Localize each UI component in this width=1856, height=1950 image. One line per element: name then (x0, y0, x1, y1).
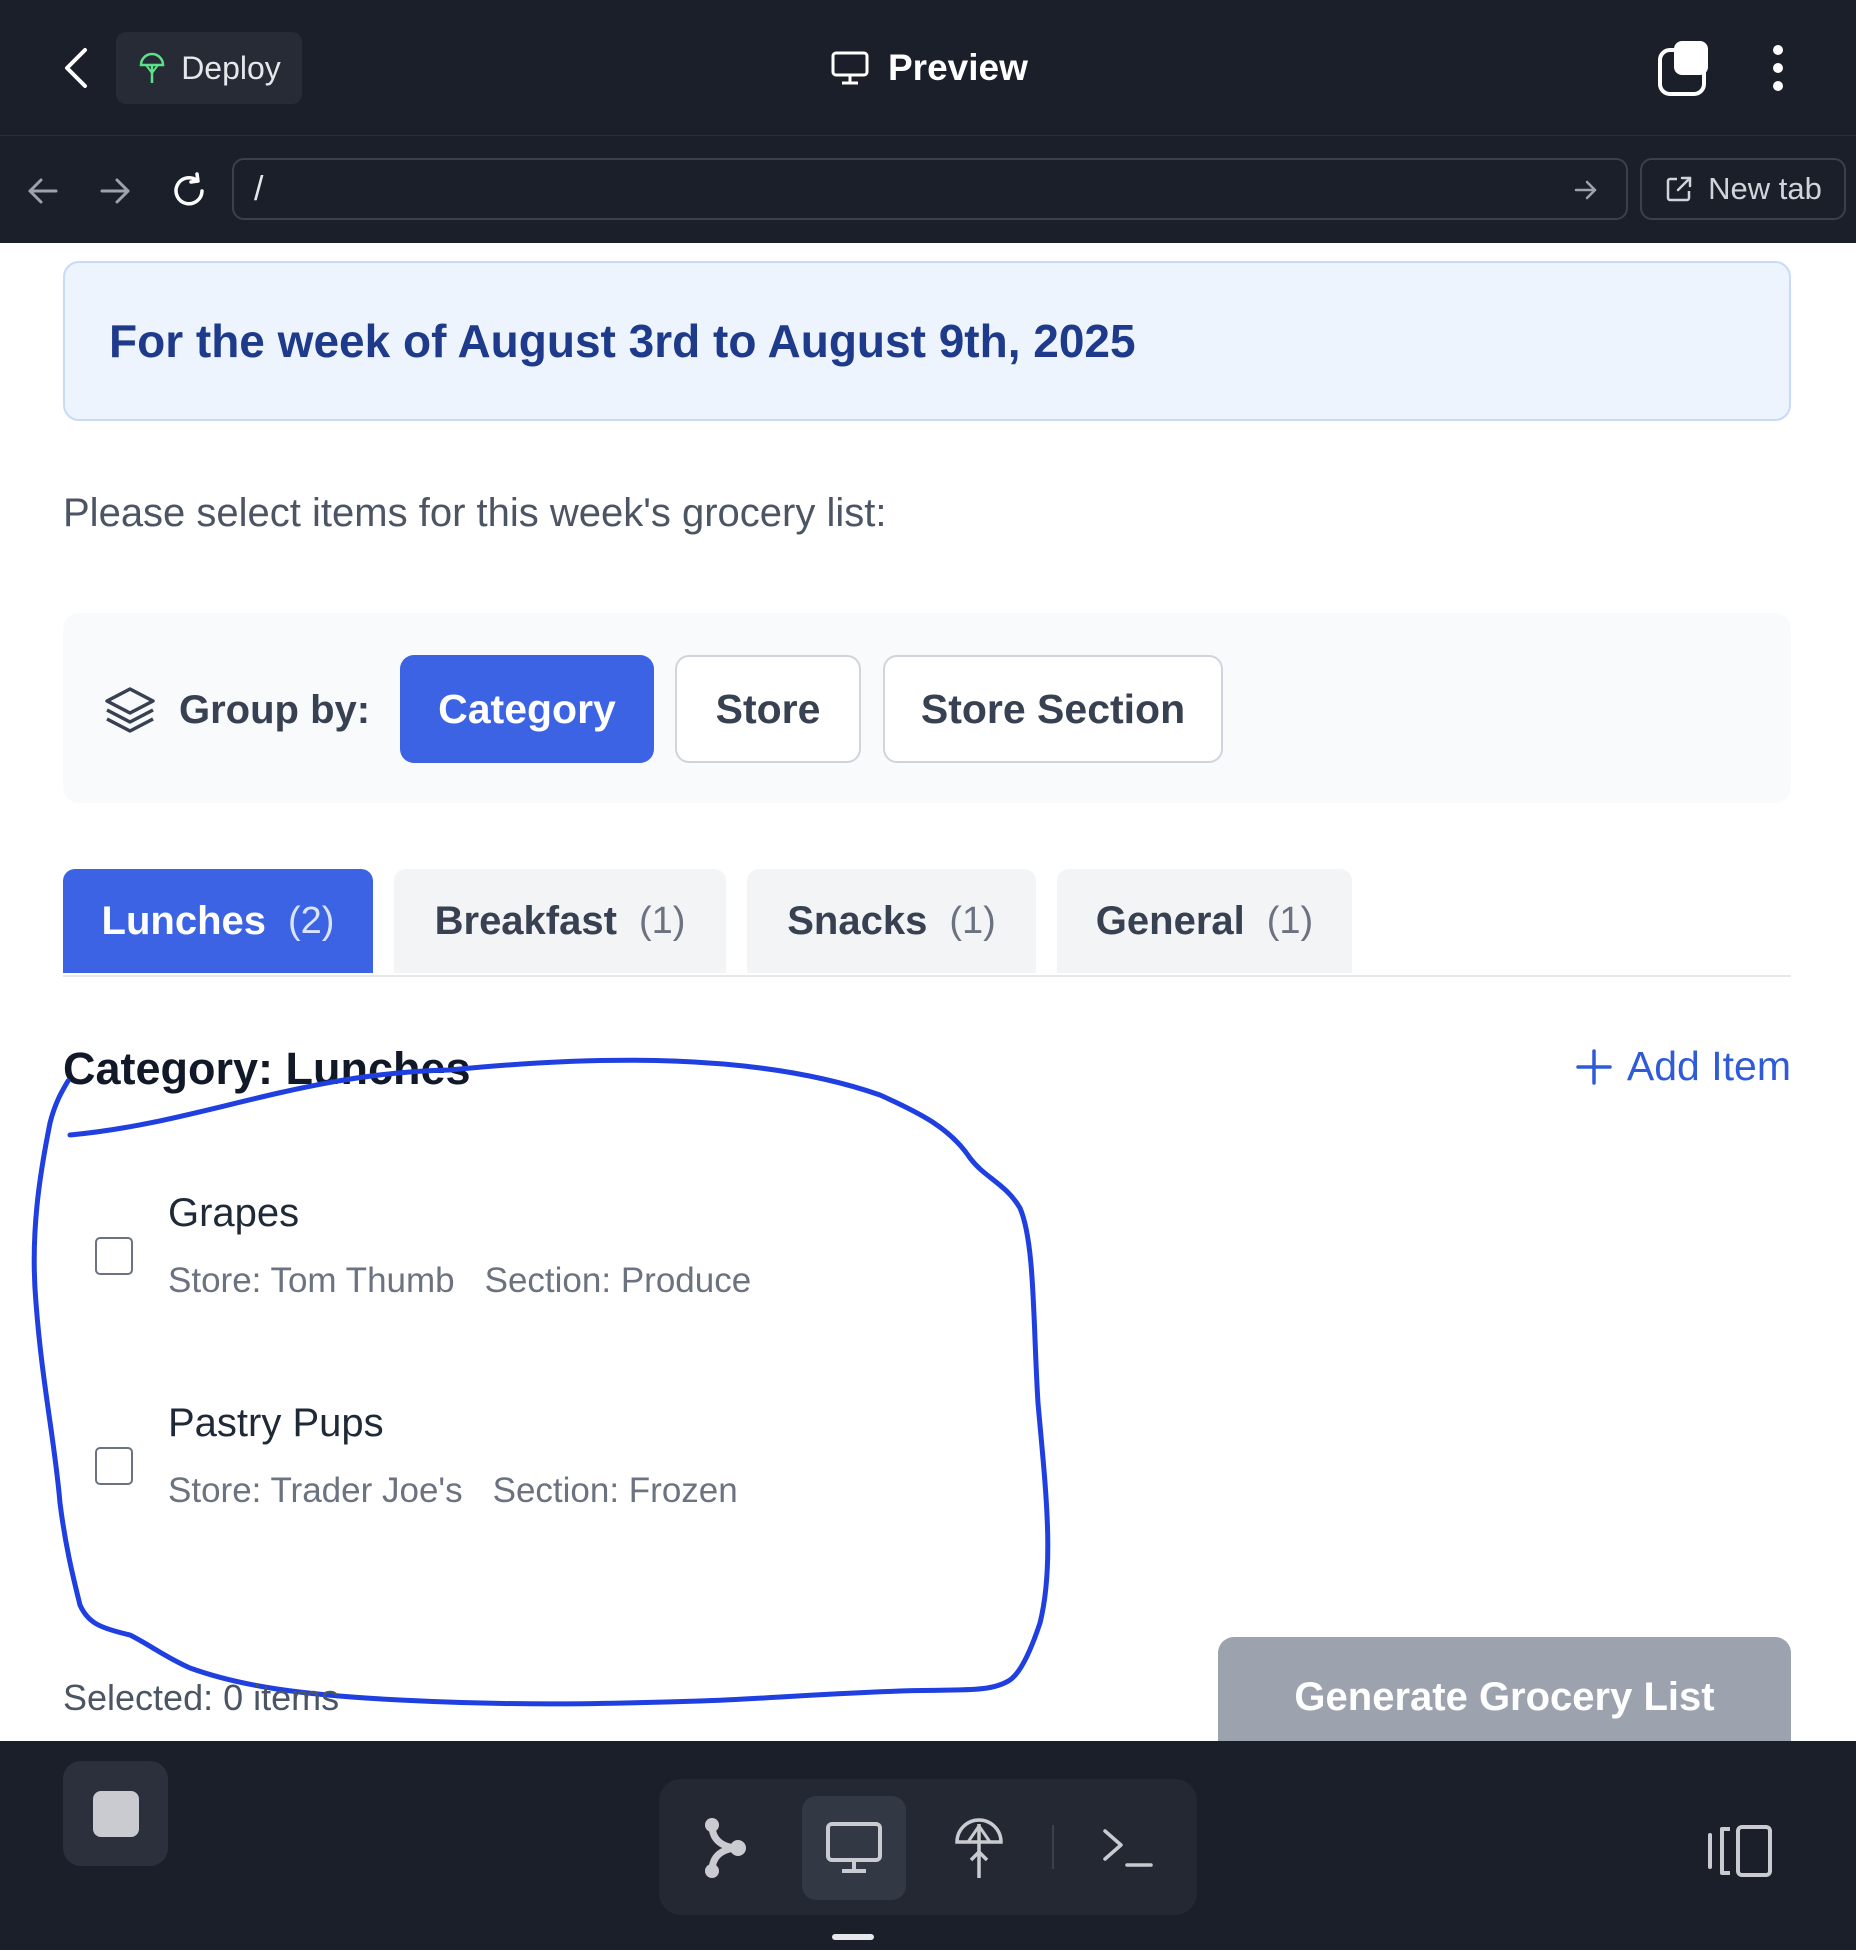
group-by-panel: Group by: Category Store Store Section (63, 613, 1791, 803)
list-item: Pastry Pups Store: Trader Joe's Section: … (63, 1401, 1063, 1541)
tab-label: General (1095, 898, 1245, 943)
item-checkbox[interactable] (95, 1237, 133, 1275)
generate-label: Generate Grocery List (1294, 1675, 1715, 1719)
preview-title: Preview (830, 40, 1028, 96)
group-by-category-label: Category (438, 685, 616, 732)
item-name: Grapes (168, 1191, 300, 1235)
group-by-store-section-label: Store Section (920, 685, 1186, 732)
group-by-category-button[interactable]: Category (400, 655, 654, 763)
generate-grocery-list-button[interactable]: Generate Grocery List (1218, 1637, 1791, 1741)
terminal-icon (1103, 1829, 1153, 1867)
back-button[interactable] (48, 38, 104, 98)
tab-breakfast[interactable]: Breakfast (1) (394, 869, 726, 973)
browser-bar: / New tab (0, 136, 1856, 243)
external-link-icon (1666, 176, 1692, 202)
group-by-store-label: Store (715, 685, 821, 732)
stop-icon (92, 1790, 139, 1837)
deploy-dock-button[interactable] (927, 1796, 1031, 1900)
tab-lunches[interactable]: Lunches (2) (63, 869, 373, 973)
monitor-icon (831, 51, 869, 85)
terminal-dock-button[interactable] (1075, 1796, 1179, 1900)
preview-dock-button[interactable] (802, 1796, 906, 1900)
bottom-dock (0, 1741, 1856, 1950)
list-item: Grapes Store: Tom Thumb Section: Produce (63, 1191, 1063, 1331)
week-banner: For the week of August 3rd to August 9th… (63, 261, 1791, 421)
git-branch-icon (705, 1818, 746, 1878)
add-item-label: Add Item (1626, 1043, 1791, 1089)
category-tabs: Lunches (2) Breakfast (1) Snacks (1) Gen… (63, 869, 1791, 977)
group-by-label: Group by: (179, 688, 371, 732)
deploy-icon (955, 1818, 1003, 1878)
section-title: Category: Lunches (63, 1043, 471, 1094)
item-section: Section: Produce (484, 1261, 752, 1300)
arrow-right-icon (100, 178, 130, 204)
arrow-right-icon (1574, 180, 1597, 200)
tab-count: (1) (1266, 899, 1314, 942)
tab-snacks[interactable]: Snacks (1) (747, 869, 1036, 973)
item-meta: Store: Tom Thumb Section: Produce (168, 1261, 751, 1301)
reload-icon (174, 172, 204, 206)
chevron-left-icon (65, 48, 87, 88)
tab-general[interactable]: General (1) (1057, 869, 1352, 973)
git-branch-button[interactable] (673, 1796, 777, 1900)
arrow-left-icon (28, 178, 58, 204)
tab-count: (1) (638, 899, 686, 942)
deploy-button[interactable]: Deploy (116, 32, 302, 104)
item-store: Store: Trader Joe's (168, 1471, 463, 1510)
url-go-button[interactable] (1566, 170, 1606, 210)
week-banner-text: For the week of August 3rd to August 9th… (109, 315, 1136, 367)
reload-button[interactable] (164, 166, 214, 216)
deploy-tree-icon (139, 52, 165, 83)
item-name: Pastry Pups (168, 1401, 384, 1445)
deploy-label: Deploy (181, 49, 281, 86)
url-value: / (254, 169, 264, 208)
new-tab-button[interactable]: New tab (1640, 158, 1846, 220)
add-item-button[interactable]: Add Item (1575, 1043, 1791, 1090)
instructions-text: Please select items for this week's groc… (63, 491, 887, 535)
tabs-icon[interactable] (1656, 38, 1712, 98)
group-by-store-button[interactable]: Store (675, 655, 861, 763)
group-by-store-section-button[interactable]: Store Section (883, 655, 1223, 763)
nav-back-button[interactable] (18, 166, 68, 216)
more-vertical-icon[interactable] (1760, 38, 1796, 98)
dock-toolbar (659, 1779, 1197, 1915)
tab-label: Snacks (787, 898, 928, 943)
item-meta: Store: Trader Joe's Section: Frozen (168, 1471, 738, 1511)
layers-icon (105, 687, 155, 733)
monitor-icon (826, 1822, 882, 1873)
item-store: Store: Tom Thumb (168, 1261, 455, 1300)
item-checkbox[interactable] (95, 1447, 133, 1485)
url-input[interactable]: / (232, 158, 1628, 220)
dock-divider (1052, 1825, 1054, 1869)
app-top-bar: Deploy Preview (0, 0, 1856, 136)
selected-count: Selected: 0 items (63, 1677, 340, 1718)
panel-toggle-icon[interactable] (1706, 1821, 1776, 1881)
tab-label: Breakfast (434, 898, 617, 943)
new-tab-label: New tab (1708, 171, 1822, 206)
plus-icon (1576, 1048, 1612, 1085)
preview-title-text: Preview (888, 47, 1028, 88)
home-indicator (832, 1934, 874, 1940)
tab-label: Lunches (101, 898, 267, 943)
nav-forward-button[interactable] (90, 166, 140, 216)
stop-button[interactable] (63, 1761, 168, 1866)
tab-count: (1) (949, 899, 996, 942)
tab-count: (2) (288, 899, 335, 942)
preview-content: For the week of August 3rd to August 9th… (0, 243, 1856, 1741)
item-section: Section: Frozen (492, 1471, 738, 1510)
